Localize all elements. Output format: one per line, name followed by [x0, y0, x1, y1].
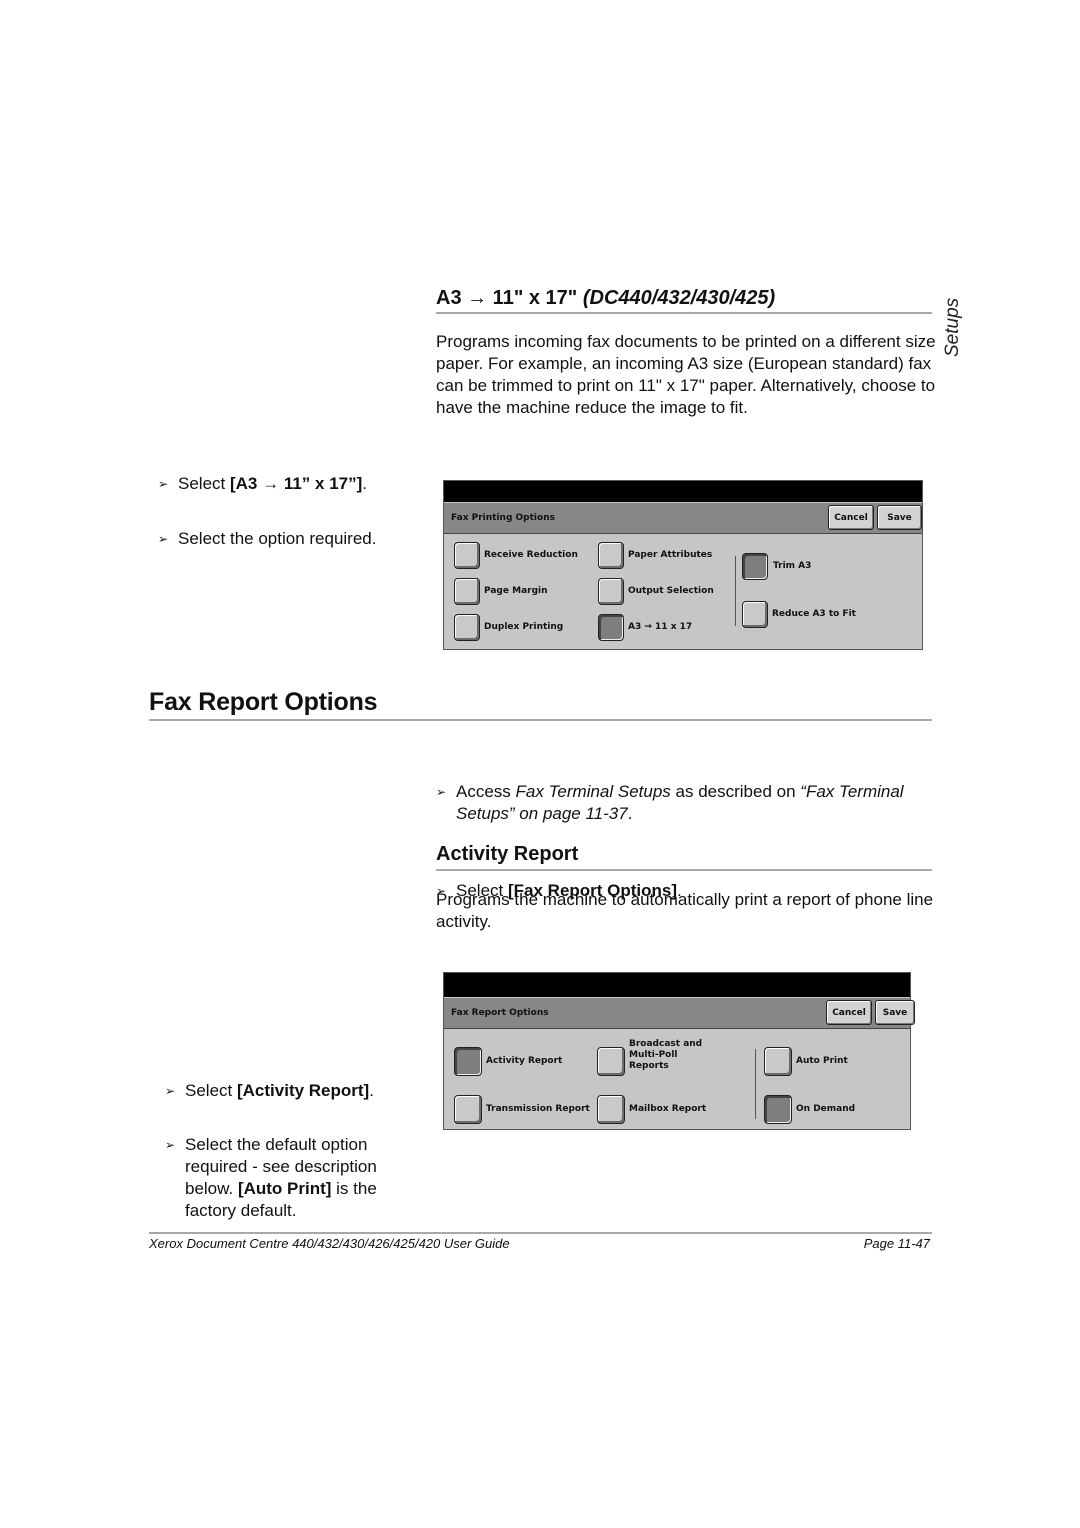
- footer-page-number: Page 11-47: [863, 1236, 930, 1251]
- choice-on-demand[interactable]: On Demand: [764, 1095, 855, 1124]
- cancel-button[interactable]: Cancel: [828, 505, 874, 530]
- option-checkbox[interactable]: [454, 578, 480, 605]
- screen-title: Fax Printing Options: [451, 513, 555, 523]
- screen-top-bar: [444, 973, 910, 997]
- option-receive-reduction[interactable]: Receive Reduction: [454, 542, 578, 569]
- option-a3-11x17[interactable]: A3 → 11 x 17: [598, 614, 692, 641]
- choice-checkbox[interactable]: [742, 553, 768, 580]
- a3-heading-main: A3 → 11" x 17": [436, 287, 578, 309]
- option-duplex-printing[interactable]: Duplex Printing: [454, 614, 563, 641]
- choice-auto-print[interactable]: Auto Print: [764, 1047, 848, 1076]
- fax-report-options-screen: Fax Report Options Cancel Save Activity …: [443, 972, 915, 1130]
- a3-description: Programs incoming fax documents to be pr…: [436, 332, 936, 417]
- fax-printing-options-screen: Fax Printing Options Cancel Save Receive…: [443, 480, 923, 650]
- a3-section-heading: A3 → 11" x 17" (DC440/432/430/425): [436, 287, 775, 310]
- bullet-arrow-icon: ➢: [158, 532, 169, 546]
- choice-checkbox[interactable]: [742, 601, 768, 628]
- option-checkbox[interactable]: [454, 614, 480, 641]
- fax-report-heading-rule: [149, 719, 932, 721]
- option-output-selection[interactable]: Output Selection: [598, 578, 714, 605]
- option-checkbox[interactable]: [598, 578, 624, 605]
- activity-report-heading: Activity Report: [436, 843, 579, 865]
- option-paper-attributes[interactable]: Paper Attributes: [598, 542, 712, 569]
- option-broadcast-multipoll[interactable]: Broadcast and Multi-Poll Reports: [597, 1039, 714, 1076]
- activity-step-2: ➢ Select the default option required - s…: [165, 1135, 377, 1220]
- side-tab-setups: Setups: [942, 297, 963, 357]
- screen-title: Fax Report Options: [451, 1008, 549, 1018]
- choice-reduce-a3-to-fit[interactable]: Reduce A3 to Fit: [742, 601, 856, 628]
- screen-title-bar: Fax Report Options Cancel Save: [444, 998, 915, 1029]
- fax-report-options-heading: Fax Report Options: [149, 688, 378, 716]
- screen-title-bar: Fax Printing Options Cancel Save: [444, 503, 922, 534]
- option-checkbox[interactable]: [597, 1095, 625, 1124]
- option-checkbox[interactable]: [454, 1047, 482, 1076]
- activity-heading-rule: [436, 869, 932, 871]
- bullet-arrow-icon: ➢: [436, 785, 447, 799]
- bullet-arrow-icon: ➢: [165, 1084, 176, 1098]
- fax-report-step-1: ➢ Access Fax Terminal Setups as describe…: [436, 782, 904, 823]
- save-button[interactable]: Save: [875, 1000, 915, 1025]
- choice-trim-a3[interactable]: Trim A3: [742, 553, 811, 580]
- choice-checkbox[interactable]: [764, 1095, 792, 1124]
- footer-rule: [149, 1232, 932, 1234]
- option-checkbox[interactable]: [597, 1047, 625, 1076]
- footer-guide-title: Xerox Document Centre 440/432/430/426/42…: [149, 1236, 510, 1251]
- bullet-arrow-icon: ➢: [165, 1138, 176, 1152]
- a3-heading-rule: [436, 312, 932, 314]
- screen-top-bar: [444, 481, 922, 502]
- activity-description: Programs the machine to automatically pr…: [436, 890, 934, 931]
- option-separator: [735, 556, 736, 626]
- option-mailbox-report[interactable]: Mailbox Report: [597, 1095, 706, 1124]
- option-separator: [755, 1049, 756, 1119]
- save-button[interactable]: Save: [877, 505, 922, 530]
- choice-checkbox[interactable]: [764, 1047, 792, 1076]
- cancel-button[interactable]: Cancel: [826, 1000, 872, 1025]
- option-checkbox[interactable]: [598, 614, 624, 641]
- option-checkbox[interactable]: [598, 542, 624, 569]
- option-activity-report[interactable]: Activity Report: [454, 1047, 562, 1076]
- option-checkbox[interactable]: [454, 1095, 482, 1124]
- option-checkbox[interactable]: [454, 542, 480, 569]
- bullet-arrow-icon: ➢: [158, 477, 169, 491]
- a3-heading-models: (DC440/432/430/425): [582, 287, 776, 309]
- option-transmission-report[interactable]: Transmission Report: [454, 1095, 590, 1124]
- option-page-margin[interactable]: Page Margin: [454, 578, 548, 605]
